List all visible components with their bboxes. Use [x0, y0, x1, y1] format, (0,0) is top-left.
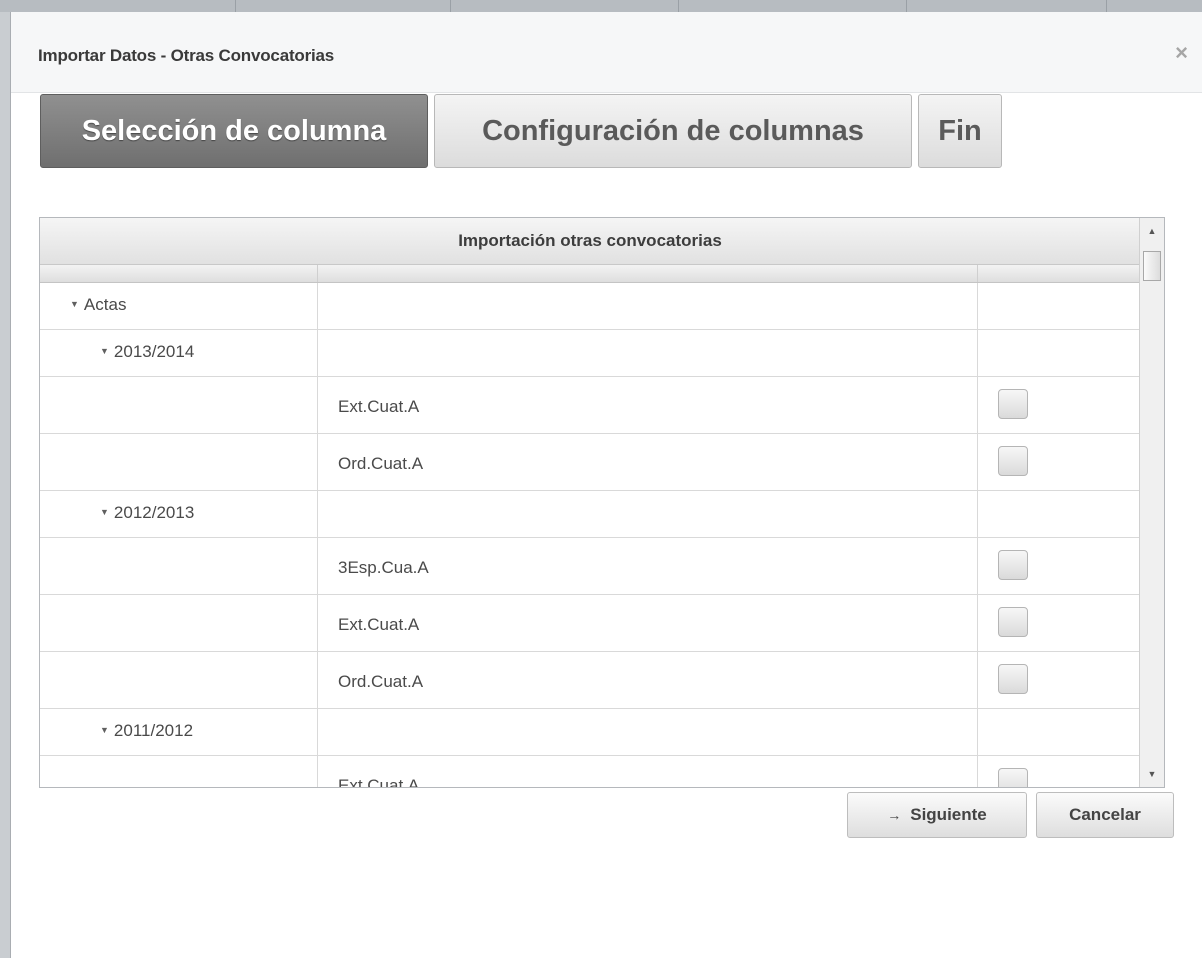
row-checkbox[interactable] [998, 664, 1028, 694]
tree-cell [40, 595, 317, 651]
tree-group-row[interactable]: ▼ 2011/2012 [40, 709, 1140, 756]
tree-cell: ▼ 2011/2012 [40, 709, 317, 755]
tree-node-label[interactable]: ▼ Actas [70, 295, 126, 315]
background-segment [906, 0, 1107, 12]
next-button[interactable]: → Siguiente [847, 792, 1027, 838]
convocatoria-label: Ext.Cuat.A [338, 397, 420, 416]
dialog-titlebar: Importar Datos - Otras Convocatorias × [11, 12, 1202, 93]
grid-rows: ▼ Actas ▼ 2013/2014 Ext.Cuat.A Ord.Cuat.A ▼ 201… [40, 283, 1140, 788]
table-row: 3Esp.Cua.A [40, 538, 1140, 595]
convocatoria-label: Ext.Cuat.A [338, 615, 420, 634]
select-cell [977, 709, 1140, 755]
convocatoria-label: Ext.Cuat.A [338, 776, 420, 788]
tree-node-label[interactable]: ▼ 2012/2013 [100, 503, 194, 523]
tree-cell [40, 434, 317, 490]
tree-node-label[interactable]: ▼ 2011/2012 [100, 721, 193, 741]
tree-cell: ▼ Actas [40, 283, 317, 329]
dialog-title: Importar Datos - Otras Convocatorias [38, 46, 335, 65]
import-dialog: Importar Datos - Otras Convocatorias × S… [10, 12, 1202, 958]
next-button-label: Siguiente [910, 805, 987, 824]
row-checkbox[interactable] [998, 607, 1028, 637]
scroll-up-icon[interactable]: ▲ [1140, 220, 1164, 242]
label-cell [317, 491, 977, 537]
convocatoria-label: Ord.Cuat.A [338, 454, 424, 473]
tree-node-label[interactable]: ▼ 2013/2014 [100, 342, 194, 362]
row-checkbox[interactable] [998, 389, 1028, 419]
grid-header: Importación otras convocatorias [40, 218, 1140, 265]
label-cell: Ext.Cuat.A [317, 377, 977, 433]
background-segment [235, 0, 451, 12]
tree-cell [40, 652, 317, 708]
label-cell: Ext.Cuat.A [317, 595, 977, 651]
column-divider [977, 265, 978, 282]
select-cell [977, 377, 1140, 433]
table-row: Ext.Cuat.A [40, 595, 1140, 652]
select-cell [977, 330, 1140, 376]
expand-caret-icon[interactable]: ▼ [100, 346, 109, 356]
scroll-down-icon[interactable]: ▼ [1140, 763, 1164, 785]
table-row: Ext.Cuat.A [40, 377, 1140, 434]
tree-node-text: 2011/2012 [113, 721, 194, 740]
tree-cell [40, 377, 317, 433]
tree-group-row[interactable]: ▼ Actas [40, 283, 1140, 330]
background-segment [450, 0, 679, 12]
select-cell [977, 283, 1140, 329]
tree-cell: ▼ 2013/2014 [40, 330, 317, 376]
tree-node-text: 2012/2013 [113, 503, 195, 522]
tree-cell: ▼ 2012/2013 [40, 491, 317, 537]
tree-cell [40, 756, 317, 787]
label-cell [317, 283, 977, 329]
tree-group-row[interactable]: ▼ 2012/2013 [40, 491, 1140, 538]
select-cell [977, 756, 1140, 787]
cancel-button[interactable]: Cancelar [1036, 792, 1174, 838]
expand-caret-icon[interactable]: ▼ [100, 725, 109, 735]
step-tab-column-selection[interactable]: Selección de columna [40, 94, 428, 168]
convocatoria-label: Ord.Cuat.A [338, 672, 424, 691]
arrow-right-icon: → [887, 807, 902, 823]
row-checkbox[interactable] [998, 768, 1028, 787]
step-tab-finish[interactable]: Fin [918, 94, 1002, 168]
label-cell: 3Esp.Cua.A [317, 538, 977, 594]
background-segment [678, 0, 907, 12]
background-toolbar [0, 0, 1202, 12]
table-row: Ord.Cuat.A [40, 652, 1140, 709]
select-cell [977, 434, 1140, 490]
table-row: Ext.Cuat.A [40, 756, 1140, 788]
tree-node-text: Actas [83, 295, 127, 314]
tree-group-row[interactable]: ▼ 2013/2014 [40, 330, 1140, 377]
step-tab-column-configuration[interactable]: Configuración de columnas [434, 94, 912, 168]
label-cell [317, 330, 977, 376]
background-segment [0, 0, 236, 12]
close-icon[interactable]: × [1175, 42, 1188, 64]
row-checkbox[interactable] [998, 446, 1028, 476]
label-cell: Ord.Cuat.A [317, 652, 977, 708]
expand-caret-icon[interactable]: ▼ [70, 299, 79, 309]
expand-caret-icon[interactable]: ▼ [100, 507, 109, 517]
vertical-scrollbar[interactable]: ▲ ▼ [1139, 218, 1164, 787]
tree-cell [40, 538, 317, 594]
scrollbar-thumb[interactable] [1143, 251, 1161, 281]
tree-node-text: 2013/2014 [113, 342, 195, 361]
row-checkbox[interactable] [998, 550, 1028, 580]
table-row: Ord.Cuat.A [40, 434, 1140, 491]
import-grid: Importación otras convocatorias ▼ Actas ▼ 2… [39, 217, 1165, 788]
select-cell [977, 538, 1140, 594]
grid-subheader [40, 265, 1140, 283]
column-divider [317, 265, 318, 282]
label-cell [317, 709, 977, 755]
select-cell [977, 491, 1140, 537]
select-cell [977, 595, 1140, 651]
select-cell [977, 652, 1140, 708]
convocatoria-label: 3Esp.Cua.A [338, 558, 429, 577]
label-cell: Ord.Cuat.A [317, 434, 977, 490]
label-cell: Ext.Cuat.A [317, 756, 977, 788]
